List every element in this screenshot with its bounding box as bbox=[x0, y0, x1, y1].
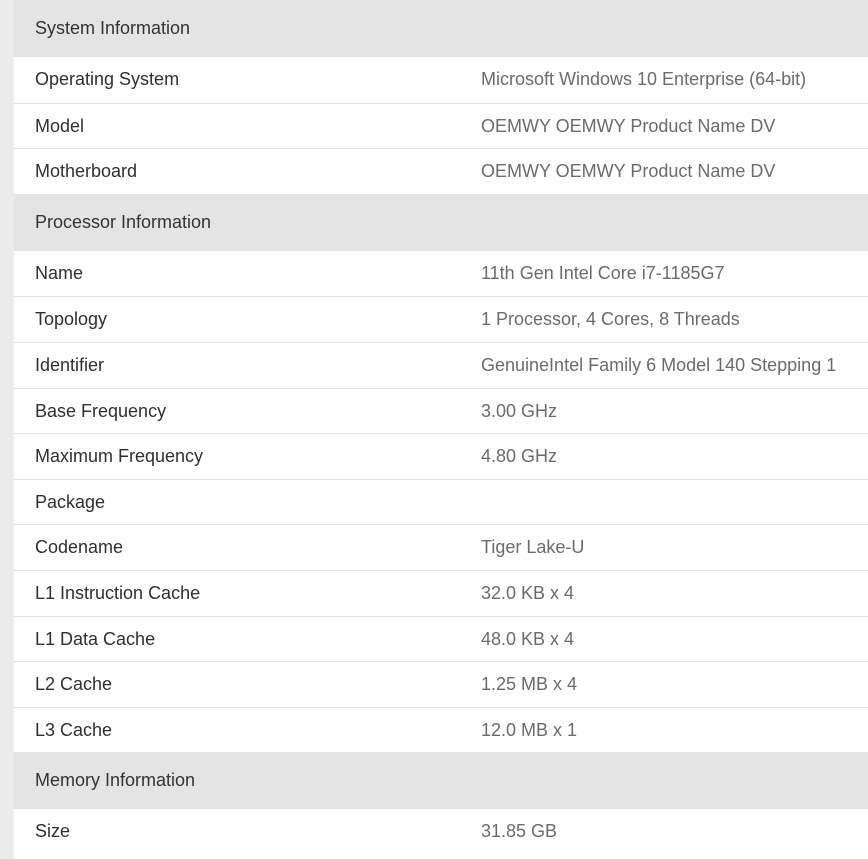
row-value: Microsoft Windows 10 Enterprise (64-bit) bbox=[481, 69, 807, 89]
table-row-topology: Topology 1 Processor, 4 Cores, 8 Threads bbox=[14, 296, 868, 342]
table-row-codename: Codename Tiger Lake-U bbox=[14, 524, 868, 570]
row-label: Model bbox=[35, 115, 85, 136]
row-label: Motherboard bbox=[35, 161, 138, 182]
row-value: OEMWY OEMWY Product Name DV bbox=[481, 161, 776, 182]
table-row-package: Package bbox=[14, 478, 868, 525]
row-label: Identifier bbox=[35, 354, 105, 375]
row-label: Codename bbox=[35, 537, 124, 558]
row-value: 11th Gen Intel Core i7-1185G7 bbox=[481, 262, 725, 283]
row-label: Name bbox=[35, 262, 84, 283]
row-value: OEMWY OEMWY Product Name DV bbox=[481, 115, 776, 136]
row-value: 31.85 GB bbox=[481, 821, 558, 842]
row-label: L1 Data Cache bbox=[35, 628, 156, 649]
section-header-memory: Memory Information bbox=[14, 752, 868, 810]
table-row-base-frequency: Base Frequency 3.00 GHz bbox=[14, 387, 868, 434]
row-value: 3.00 GHz bbox=[481, 400, 558, 421]
table-row-motherboard: Motherboard OEMWY OEMWY Product Name DV bbox=[14, 148, 868, 194]
table-row-l3-cache: L3 Cache 12.0 MB x 1 bbox=[14, 706, 868, 753]
row-value: 4.80 GHz bbox=[481, 446, 558, 467]
table-row-l1-data-cache: L1 Data Cache 48.0 KB x 4 bbox=[14, 615, 868, 662]
section-header-processor: Processor Information bbox=[14, 193, 868, 251]
table-row-operating-system: Operating System Microsoft Windows 10 En… bbox=[14, 57, 868, 103]
row-label: L1 Instruction Cache bbox=[35, 582, 201, 603]
table-row-size: Size 31.85 GB bbox=[14, 809, 868, 855]
row-label: Operating System bbox=[35, 69, 180, 89]
row-label: L3 Cache bbox=[35, 719, 113, 740]
row-label: Maximum Frequency bbox=[35, 446, 204, 467]
row-label: Base Frequency bbox=[35, 400, 167, 421]
row-value: 1 Processor, 4 Cores, 8 Threads bbox=[481, 309, 740, 330]
row-value: 32.0 KB x 4 bbox=[481, 582, 575, 603]
table-row-maximum-frequency: Maximum Frequency 4.80 GHz bbox=[14, 433, 868, 479]
table-row-l1-instruction-cache: L1 Instruction Cache 32.0 KB x 4 bbox=[14, 569, 868, 616]
row-value: 12.0 MB x 1 bbox=[481, 719, 578, 740]
row-label: Size bbox=[35, 821, 71, 842]
system-info-panel: System Information Operating System Micr… bbox=[14, 0, 868, 859]
row-value: Tiger Lake-U bbox=[481, 537, 585, 558]
row-value: 48.0 KB x 4 bbox=[481, 628, 575, 649]
table-row-l2-cache: L2 Cache 1.25 MB x 4 bbox=[14, 661, 868, 707]
row-value: GenuineIntel Family 6 Model 140 Stepping… bbox=[481, 354, 837, 375]
table-row-identifier: Identifier GenuineIntel Family 6 Model 1… bbox=[14, 341, 868, 388]
section-header-system: System Information bbox=[14, 0, 868, 57]
table-row-model: Model OEMWY OEMWY Product Name DV bbox=[14, 102, 868, 149]
row-label: Package bbox=[35, 491, 106, 512]
row-label: L2 Cache bbox=[35, 674, 113, 695]
row-label: Topology bbox=[35, 309, 108, 330]
table-row-name: Name 11th Gen Intel Core i7-1185G7 bbox=[14, 251, 868, 297]
row-value: 1.25 MB x 4 bbox=[481, 674, 578, 695]
